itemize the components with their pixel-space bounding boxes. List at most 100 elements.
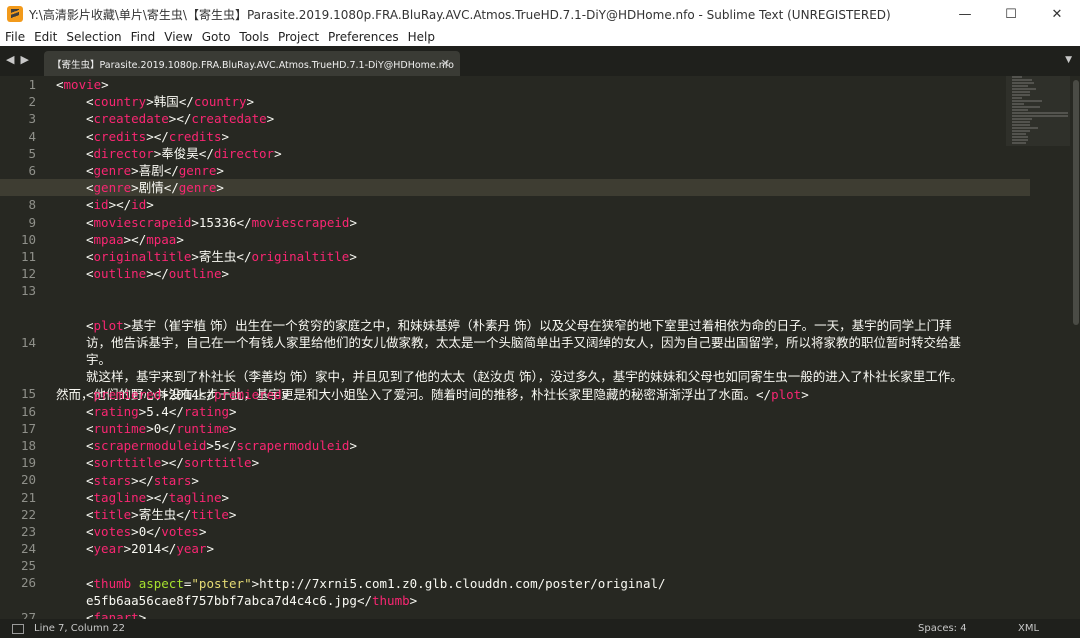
tag-value: 2014 — [131, 541, 162, 557]
code-line: <movie> — [56, 77, 109, 92]
tag-name: votes — [161, 524, 199, 540]
line-number: 24 — [20, 541, 36, 557]
tag-name: rating — [93, 403, 139, 419]
tag-name: director — [213, 145, 275, 161]
tag-name: sorttitle — [183, 455, 252, 471]
code-line: 就这样，基宇来到了朴社长（李善均 饰）家中，并且见到了他的太太（赵汝贞 饰），没… — [56, 369, 963, 402]
tag-name: year — [176, 541, 207, 557]
line-number: 3 — [28, 111, 36, 127]
line-number: 16 — [20, 403, 36, 419]
code-line: <year>2014</year> — [86, 541, 214, 557]
tag-name: tagline — [168, 489, 222, 505]
scrollbar-thumb[interactable] — [1073, 80, 1079, 325]
menu-view[interactable]: View — [159, 30, 196, 44]
line-number — [0, 317, 48, 334]
tag-name: outline — [168, 266, 222, 282]
indentation-setting[interactable]: Spaces: 4 — [918, 619, 967, 638]
menu-selection[interactable]: Selection — [61, 30, 125, 44]
tag-value: 奉俊昊 — [161, 145, 199, 161]
tab-close-icon[interactable]: ✕ — [441, 57, 450, 70]
tab-list-dropdown-icon[interactable]: ▼ — [1065, 55, 1072, 65]
line-number: 15 — [20, 386, 36, 402]
tag-name: moviescrapeid — [251, 214, 350, 230]
menu-bar: File Edit Selection Find View Goto Tools… — [0, 28, 1080, 46]
code-line: <originaltitle>寄生虫</originaltitle> — [86, 249, 357, 265]
tag-value: 15336 — [198, 214, 237, 230]
menu-file[interactable]: File — [0, 30, 29, 44]
tag-name: fanart — [93, 610, 139, 619]
line-number: 22 — [20, 506, 36, 522]
tag-name: movie — [63, 77, 102, 92]
tag-name: stars — [93, 472, 132, 488]
tag-name: originaltitle — [93, 249, 192, 265]
vertical-scrollbar[interactable] — [1072, 76, 1080, 619]
tag-value: 剧情 — [138, 180, 164, 196]
menu-edit[interactable]: Edit — [29, 30, 61, 44]
line-number: 14 — [20, 334, 36, 350]
code-line: <runtime>0</runtime> — [86, 421, 237, 437]
tab-navigation: ◀ ▶ — [6, 53, 29, 66]
tag-name: premiered — [213, 386, 282, 402]
window-controls: — ☐ ✕ — [942, 0, 1080, 28]
tag-name: title — [191, 507, 229, 523]
tag-value: 5.4 — [146, 403, 169, 419]
file-tab[interactable]: 【寄生虫】Parasite.2019.1080p.FRA.BluRay.AVC.… — [44, 51, 460, 76]
tag-name: credits — [168, 128, 222, 144]
code-editor[interactable]: 1 2 3 4 5 6 7 8 9 10 11 12 13 14 15 16 1… — [0, 76, 1080, 619]
tag-name: credits — [93, 128, 147, 144]
line-number: 12 — [20, 266, 36, 282]
code-content[interactable]: <movie> <country>韩国</country> <createdat… — [0, 76, 1030, 619]
menu-help[interactable]: Help — [403, 30, 439, 44]
line-number: 20 — [20, 472, 36, 488]
back-arrow-icon[interactable]: ◀ — [6, 53, 14, 66]
code-line: <mpaa></mpaa> — [86, 231, 184, 247]
code-line-wrap: e5fb6aa56cae8f757bbf7abca7d4c4c6.jpg</th… — [86, 593, 418, 609]
tag-name: id — [93, 197, 109, 213]
maximize-button[interactable]: ☐ — [988, 0, 1034, 28]
tag-name: year — [93, 541, 124, 557]
title-bar: Y:\高清影片收藏\单片\寄生虫\【寄生虫】Parasite.2019.1080… — [0, 0, 1080, 28]
tag-name: premiered — [93, 386, 162, 402]
attribute-value: "poster" — [191, 575, 252, 591]
cursor-position: Line 7, Column 22 — [34, 623, 125, 634]
line-number: 21 — [20, 489, 36, 505]
tag-name: runtime — [176, 421, 230, 437]
menu-goto[interactable]: Goto — [197, 30, 235, 44]
menu-find[interactable]: Find — [126, 30, 160, 44]
menu-preferences[interactable]: Preferences — [323, 30, 403, 44]
code-line: <moviescrapeid>15336</moviescrapeid> — [86, 214, 357, 230]
line-number: 10 — [20, 231, 36, 247]
tag-name: genre — [178, 180, 217, 196]
tag-value: 寄生虫 — [138, 507, 177, 523]
menu-tools[interactable]: Tools — [234, 30, 273, 44]
line-number — [0, 592, 48, 609]
minimap-viewport[interactable] — [1006, 76, 1070, 146]
tag-name: plot — [93, 317, 124, 333]
syntax-setting[interactable]: XML — [1018, 619, 1039, 638]
panel-toggle-icon[interactable] — [12, 623, 24, 634]
tag-name: moviescrapeid — [93, 214, 192, 230]
tag-name: outline — [93, 266, 147, 282]
tag-name: thumb — [93, 575, 132, 591]
code-line: <plot>基宇（崔宇植 饰）出生在一个贫穷的家庭之中，和妹妹基婷（朴素丹 饰）… — [86, 317, 962, 368]
line-number-gutter: 1 2 3 4 5 6 7 8 9 10 11 12 13 14 15 16 1… — [0, 76, 48, 619]
close-button[interactable]: ✕ — [1034, 0, 1080, 28]
tag-name: createdate — [93, 111, 169, 127]
tag-name: originaltitle — [251, 249, 350, 265]
minimap[interactable] — [1006, 76, 1070, 619]
minimize-button[interactable]: — — [942, 0, 988, 28]
code-line: <stars></stars> — [86, 472, 199, 488]
tag-name: genre — [93, 163, 132, 179]
tag-name: createdate — [191, 111, 267, 127]
tag-name: mpaa — [146, 231, 177, 247]
forward-arrow-icon[interactable]: ▶ — [20, 53, 28, 66]
menu-project[interactable]: Project — [273, 30, 323, 44]
line-number: 1 — [28, 77, 36, 92]
tag-name: runtime — [93, 421, 147, 437]
window-title: Y:\高清影片收藏\单片\寄生虫\【寄生虫】Parasite.2019.1080… — [29, 7, 891, 22]
line-number: 4 — [28, 128, 36, 144]
code-line: <votes>0</votes> — [86, 524, 207, 540]
code-line: <outline></outline> — [86, 266, 230, 282]
code-line: <sorttitle></sorttitle> — [86, 455, 260, 471]
line-number: 13 — [20, 283, 36, 299]
